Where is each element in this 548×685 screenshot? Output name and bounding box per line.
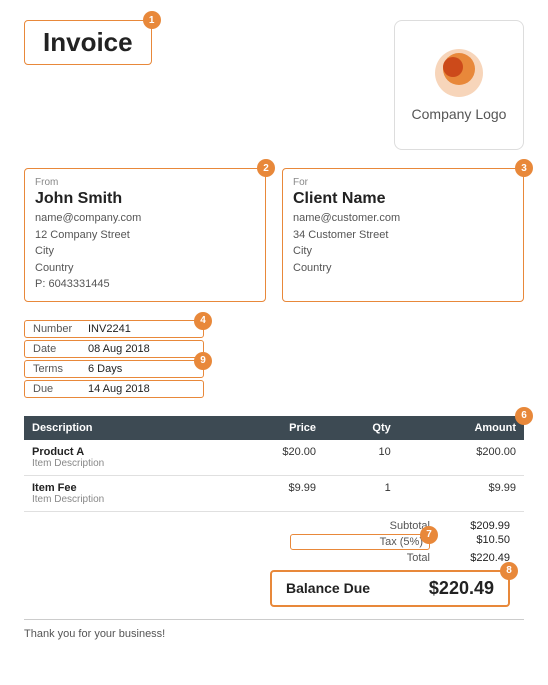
- subtotal-label: Subtotal: [290, 520, 430, 532]
- for-address1: 34 Customer Street: [293, 227, 513, 244]
- meta-row-due: Due 14 Aug 2018: [24, 380, 204, 398]
- item-2-qty: 1: [324, 475, 399, 511]
- item-2-price: $9.99: [216, 475, 324, 511]
- meta-key-number: Number: [33, 323, 88, 335]
- meta-row-terms: Terms 6 Days 9: [24, 360, 204, 378]
- meta-key-due: Due: [33, 383, 88, 395]
- meta-key-date: Date: [33, 343, 88, 355]
- parties-section: From John Smith name@company.com 12 Comp…: [24, 168, 524, 302]
- item-2-desc-cell: Item Fee Item Description: [24, 475, 216, 511]
- table-row: Product A Item Description $20.00 10 $20…: [24, 440, 524, 476]
- tax-label-text: Tax (5%): [380, 536, 423, 548]
- col-price: Price: [216, 416, 324, 440]
- from-address2: City: [35, 243, 255, 260]
- from-box: From John Smith name@company.com 12 Comp…: [24, 168, 266, 302]
- invoice-title-box: Invoice 1: [24, 20, 152, 65]
- meta-value-date: 08 Aug 2018: [88, 343, 150, 355]
- from-address1: 12 Company Street: [35, 227, 255, 244]
- meta-row-number: Number INV2241 4: [24, 320, 204, 338]
- col-amount: Amount: [399, 416, 524, 440]
- total-value: $220.49: [450, 552, 510, 564]
- item-2-name: Item Fee: [32, 482, 208, 494]
- footer-text: Thank you for your business!: [24, 628, 524, 640]
- item-1-qty: 10: [324, 440, 399, 476]
- meta-section: Number INV2241 4 Date 08 Aug 2018 Terms …: [24, 320, 524, 398]
- badge-7: 7: [420, 526, 438, 544]
- for-address2: City: [293, 243, 513, 260]
- from-label: From: [35, 177, 255, 188]
- from-email: name@company.com: [35, 210, 255, 227]
- item-1-description: Item Description: [32, 458, 208, 469]
- meta-row-date: Date 08 Aug 2018: [24, 340, 204, 358]
- logo-text: Company Logo: [412, 105, 507, 123]
- item-2-description: Item Description: [32, 494, 208, 505]
- logo-box: Company Logo: [394, 20, 524, 150]
- badge-2: 2: [257, 159, 275, 177]
- for-address3: Country: [293, 260, 513, 277]
- for-name: Client Name: [293, 190, 513, 208]
- col-qty: Qty: [324, 416, 399, 440]
- badge-3: 3: [515, 159, 533, 177]
- meta-value-terms: 6 Days: [88, 363, 122, 375]
- item-1-price: $20.00: [216, 440, 324, 476]
- badge-9: 9: [194, 352, 212, 370]
- meta-key-terms: Terms: [33, 363, 88, 375]
- from-phone: P: 6043331445: [35, 276, 255, 293]
- tax-row-wrapper: Tax (5%) 7 $10.50: [290, 534, 510, 550]
- item-2-amount: $9.99: [399, 475, 524, 511]
- badge-4: 4: [194, 312, 212, 330]
- balance-due-label: Balance Due: [286, 580, 370, 596]
- invoice-header: Invoice 1 Company Logo: [24, 20, 524, 150]
- tax-value: $10.50: [450, 534, 510, 550]
- table-header-row: Description Price Qty Amount: [24, 416, 524, 440]
- for-email: name@customer.com: [293, 210, 513, 227]
- from-address3: Country: [35, 260, 255, 277]
- invoice-title: Invoice: [43, 27, 133, 57]
- total-row: Total $220.49: [290, 552, 510, 564]
- subtotal-row: Subtotal $209.99: [290, 520, 510, 532]
- items-section: Description Price Qty Amount Product A I…: [24, 416, 524, 512]
- badge-6: 6: [515, 407, 533, 425]
- balance-due-box: Balance Due $220.49 8: [270, 570, 510, 607]
- table-row: Item Fee Item Description $9.99 1 $9.99: [24, 475, 524, 511]
- logo-icon: [433, 47, 485, 99]
- item-1-desc-cell: Product A Item Description: [24, 440, 216, 476]
- item-1-amount: $200.00: [399, 440, 524, 476]
- footer-divider: [24, 619, 524, 620]
- for-box: For Client Name name@customer.com 34 Cus…: [282, 168, 524, 302]
- meta-value-due: 14 Aug 2018: [88, 383, 150, 395]
- subtotal-value: $209.99: [450, 520, 510, 532]
- item-1-name: Product A: [32, 446, 208, 458]
- totals-section: Subtotal $209.99 Tax (5%) 7 $10.50 Total…: [24, 520, 524, 607]
- tax-label: Tax (5%) 7: [290, 534, 430, 550]
- balance-due-value: $220.49: [429, 578, 494, 599]
- for-label: For: [293, 177, 513, 188]
- badge-8: 8: [500, 562, 518, 580]
- from-name: John Smith: [35, 190, 255, 208]
- meta-lines: Number INV2241 4 Date 08 Aug 2018 Terms …: [24, 320, 524, 398]
- meta-value-number: INV2241: [88, 323, 131, 335]
- items-table: Description Price Qty Amount Product A I…: [24, 416, 524, 512]
- badge-1: 1: [143, 11, 161, 29]
- total-label: Total: [290, 552, 430, 564]
- col-description: Description: [24, 416, 216, 440]
